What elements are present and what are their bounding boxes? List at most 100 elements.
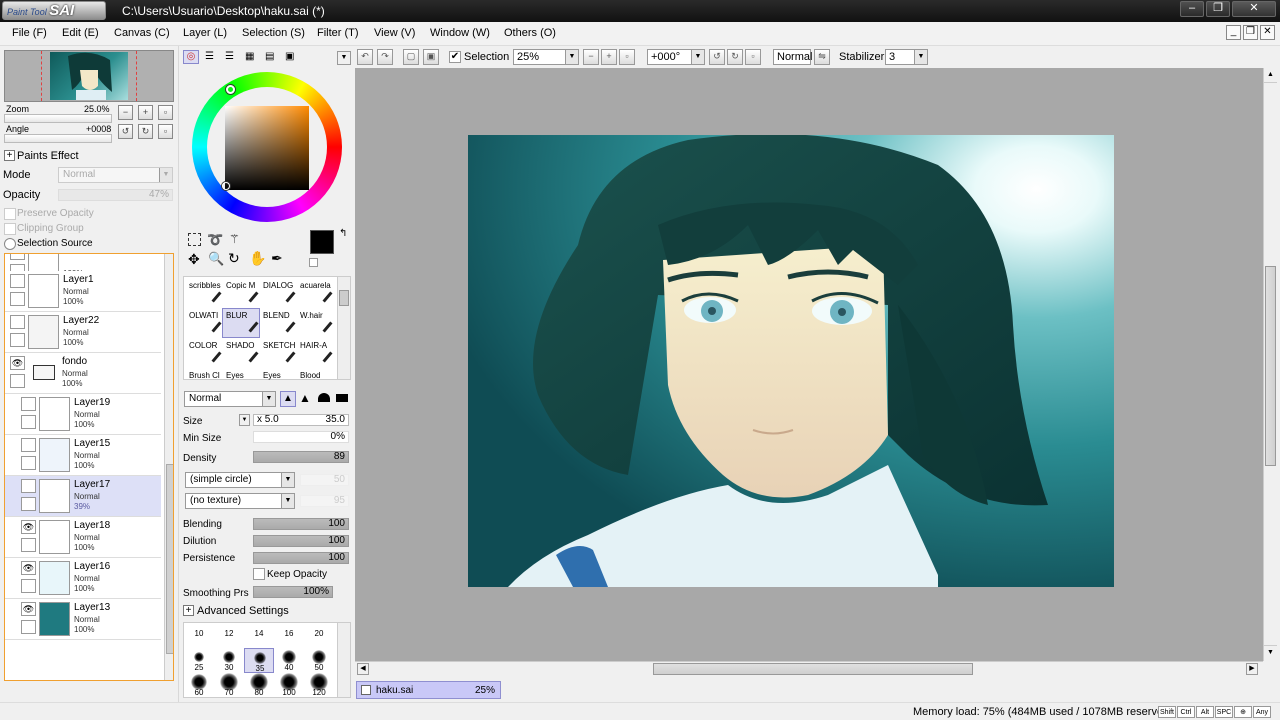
persistence-slider[interactable]: 100 [253,552,349,564]
zoom-select[interactable]: 25% ▼ [513,49,579,65]
menu-canvas[interactable]: Canvas (C) [114,27,170,39]
transparent-color-icon[interactable] [309,258,318,267]
brush-size-slot[interactable]: 35 [244,648,274,673]
visibility-toggle[interactable]: 👁 [21,602,36,616]
brush-slot[interactable]: BLUR [222,308,260,338]
zoom-reset-button[interactable]: ▫ [619,49,635,65]
rect-select-icon[interactable] [188,233,201,246]
rotate-right-button[interactable]: ↻ [727,49,743,65]
visibility-toggle[interactable] [10,254,25,260]
chevron-down-icon[interactable]: ▼ [337,51,351,65]
brush-slot[interactable]: DIALOG [259,278,297,308]
chevron-down-icon[interactable]: ▼ [1264,645,1277,660]
menu-layer[interactable]: Layer (L) [183,27,227,39]
brush-slot[interactable]: SKETCH [259,338,297,368]
layer-lock-toggle[interactable] [21,538,36,552]
brush-shape-sharp-button[interactable]: ▲ [280,391,296,407]
zoom-out-button[interactable]: − [583,49,599,65]
navigator-preview[interactable] [4,50,174,102]
layer-list-scrollbar[interactable] [164,254,173,680]
layer-row[interactable]: Layer1 Normal 100% [5,271,161,312]
canvas-hscroll-thumb[interactable] [653,663,973,675]
blending-slider[interactable]: 100 [253,518,349,530]
menu-view[interactable]: View (V) [374,27,415,39]
menu-others[interactable]: Others (O) [504,27,556,39]
brush-grid-scrollbar[interactable] [337,277,350,379]
rotation-select[interactable]: +000° ▼ [647,49,705,65]
swatches-tab[interactable]: ▦ [245,51,259,63]
maximize-button[interactable]: ❐ [1206,1,1230,17]
layer-lock-toggle[interactable] [10,292,25,306]
layer-lock-toggle[interactable] [21,620,36,634]
close-button[interactable]: ✕ [1232,1,1276,17]
brush-size-slot[interactable]: 50 [304,648,334,673]
size-grid-scrollbar[interactable] [337,623,350,697]
visibility-toggle[interactable] [10,315,25,329]
modifier-key[interactable]: Alt [1196,706,1214,718]
zoom-in-button[interactable]: + [601,49,617,65]
menu-file[interactable]: File (F) [12,27,47,39]
angle-slider[interactable] [4,134,112,143]
nav-zoom-reset-button[interactable]: ▫ [158,105,173,120]
sv-picker-handle[interactable] [222,182,230,190]
canvas-horizontal-scrollbar[interactable]: ◀ ▶ [355,661,1263,676]
brush-grid-scroll-thumb[interactable] [339,290,349,306]
blend-mode-select[interactable]: Normal [773,49,812,65]
layer-lock-toggle[interactable] [21,497,36,511]
menu-filter[interactable]: Filter (T) [317,27,359,39]
min-size-slider[interactable]: 0% [253,431,349,443]
hand-tool-icon[interactable]: ✋ [249,251,266,265]
modifier-key[interactable]: Shift [1158,706,1176,718]
redo-button[interactable]: ↷ [377,49,393,65]
canvas-vertical-scrollbar[interactable]: ▲ ▼ [1263,68,1277,661]
hue-picker-handle[interactable] [226,85,235,94]
brush-size-slot[interactable]: 25 [184,648,214,673]
layer-lock-toggle[interactable] [10,374,25,388]
advanced-settings-label[interactable]: Advanced Settings [197,605,289,617]
magic-wand-icon[interactable]: ⚚ [229,232,240,246]
density-slider[interactable]: 89 [253,451,349,463]
invert-selection-button[interactable]: ▣ [423,49,439,65]
brush-size-slot[interactable]: 120 [304,673,334,698]
eyedropper-icon[interactable]: ✒ [271,251,283,265]
brush-size-slot[interactable]: 70 [214,673,244,698]
flip-horizontal-button[interactable]: ⇋ [814,49,830,65]
modifier-key[interactable]: Any [1253,706,1271,718]
brush-texture-select[interactable]: (no texture) ▼ [185,493,295,509]
chevron-down-icon[interactable]: ▼ [239,414,250,426]
chevron-right-icon[interactable]: ▶ [1246,663,1258,675]
size-slider[interactable]: x 5.0 35.0 [253,414,349,426]
layer-row[interactable]: Layer22 Normal 100% [5,312,161,353]
canvas-vscroll-thumb[interactable] [1265,266,1276,466]
brush-slot[interactable]: Copic M [222,278,260,308]
zoom-slider[interactable] [4,114,112,123]
visibility-toggle[interactable] [10,274,25,288]
brush-size-slot[interactable]: 16 [274,623,304,648]
deselect-button[interactable]: ▢ [403,49,419,65]
visibility-toggle[interactable] [21,397,36,411]
texture-strength-slider[interactable]: 95 [300,495,349,507]
color-wheel[interactable] [192,72,342,222]
stabilizer-select[interactable]: 3 ▼ [885,49,928,65]
brush-slot[interactable]: BLEND [259,308,297,338]
lasso-icon[interactable]: ➰ [207,232,223,248]
visibility-toggle[interactable]: 👁 [21,561,36,575]
dilution-slider[interactable]: 100 [253,535,349,547]
brush-size-slot[interactable]: 100 [274,673,304,698]
saturation-value-square[interactable] [225,106,309,190]
selection-source-radio[interactable] [4,238,16,250]
clipping-group-checkbox[interactable] [4,223,16,235]
color-wheel-tab[interactable]: ◎ [183,50,199,64]
layer-row[interactable]: 👁 fondo Normal 100% [5,353,161,394]
undo-button[interactable]: ↶ [357,49,373,65]
preserve-opacity-checkbox[interactable] [4,208,16,220]
layer-row[interactable]: 👁 Layer13 Normal 100% [5,599,161,640]
rgb-slider-tab[interactable]: ☰ [205,51,219,63]
document-tab[interactable]: haku.sai 25% [356,681,501,699]
visibility-toggle[interactable]: 👁 [10,356,25,370]
menu-edit[interactable]: Edit (E) [62,27,99,39]
brush-size-slot[interactable]: 14 [244,623,274,648]
layer-mode-select[interactable]: Normal ▼ [58,167,173,183]
brush-shape-flat-button[interactable] [336,394,348,402]
brush-slot[interactable]: SHADO [222,338,260,368]
